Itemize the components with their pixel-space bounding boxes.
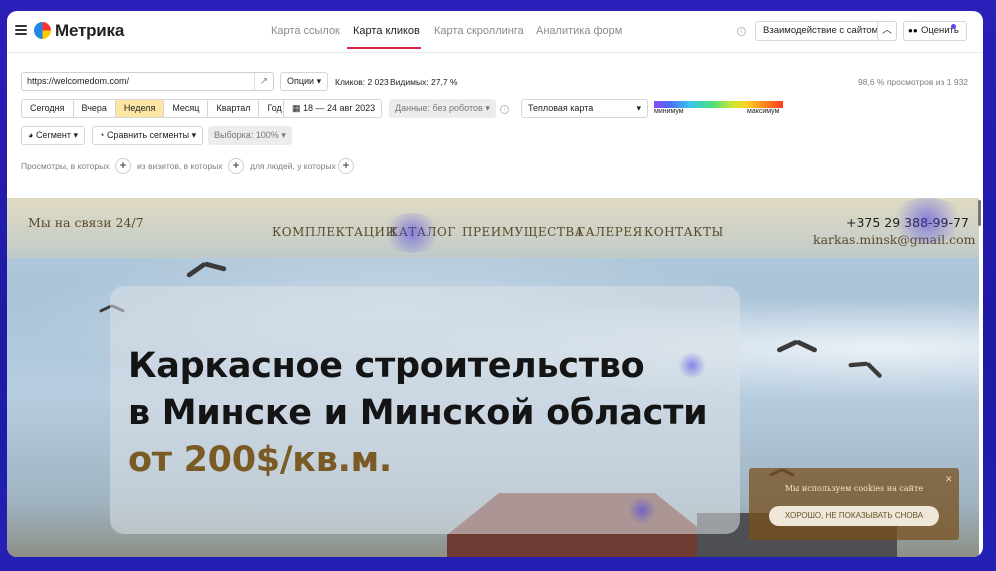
chevron-down-icon: ▾ — [316, 76, 322, 86]
share-icon[interactable]: ↗ — [254, 73, 273, 90]
heat-spot — [677, 353, 707, 378]
options-label: Опции — [287, 76, 315, 86]
filter-people-label: для людей, у которых — [250, 161, 336, 171]
add-views-filter-button[interactable]: + — [115, 158, 131, 174]
metrika-window: Метрика Карта ссылок Карта кликов Карта … — [7, 11, 983, 557]
segment-button[interactable]: ◕ Сегмент ▾ — [21, 126, 86, 145]
compare-segments-button[interactable]: ◔ Сравнить сегменты ▾ — [92, 126, 204, 145]
compare-icon: ◔ — [99, 130, 107, 140]
period-today[interactable]: Сегодня — [22, 100, 74, 117]
sample-label: Выборка: 100% — [214, 130, 279, 140]
segment-icon: ◕ — [28, 130, 36, 140]
map-type-select[interactable]: Тепловая карта ▾ — [521, 99, 648, 118]
info-icon[interactable]: i — [737, 27, 746, 36]
cookie-accept-button[interactable]: ХОРОШО, НЕ ПОКАЗЫВАТЬ СНОВА — [769, 506, 939, 526]
notification-dot — [951, 24, 956, 29]
date-range-button[interactable]: ▦ 18 — 24 авг 2023 — [283, 99, 383, 118]
metrika-logo-icon — [34, 22, 51, 39]
site-nav-contacts[interactable]: КОНТАКТЫ — [644, 225, 724, 239]
filter-views-label: Просмотры, в которых — [21, 161, 110, 171]
heat-spot — [382, 213, 442, 253]
date-range-label: 18 — 24 авг 2023 — [303, 103, 376, 113]
chevron-down-icon: ▾ — [73, 130, 79, 140]
seagull — [776, 339, 818, 355]
chevron-down-icon: ▾ — [485, 103, 490, 113]
period-month[interactable]: Месяц — [164, 100, 209, 117]
cookie-banner: ✕ Мы используем cookies на сайте ХОРОШО,… — [749, 468, 959, 540]
heat-spot — [887, 198, 967, 243]
map-type-label: Тепловая карта — [528, 103, 594, 113]
tab-scroll-map[interactable]: Карта скроллинга — [434, 25, 524, 37]
chevron-down-icon: ▾ — [636, 103, 641, 113]
heat-legend-gradient — [654, 101, 783, 108]
add-visits-filter-button[interactable]: + — [228, 158, 244, 174]
period-selector: Сегодня Вчера Неделя Месяц Квартал Год — [21, 99, 291, 118]
site-nav-packages[interactable]: КОМПЛЕКТАЦИИ — [272, 225, 396, 239]
data-filter-button[interactable]: Данные: без роботов ▾ — [389, 99, 496, 118]
period-yesterday[interactable]: Вчера — [74, 100, 116, 117]
menu-icon[interactable] — [15, 25, 27, 35]
period-week[interactable]: Неделя — [115, 100, 165, 117]
hero-title-line1: Каркасное строительство — [128, 346, 645, 386]
hero-price: от 200$/кв.м. — [128, 440, 392, 480]
segment-label: Сегмент — [35, 130, 72, 140]
options-button[interactable]: Опции ▾ — [280, 72, 329, 91]
sample-button[interactable]: Выборка: 100% ▾ — [208, 126, 292, 145]
interaction-button[interactable]: Взаимодействие с сайтом — [755, 21, 887, 41]
data-filter-label: Данные: без роботов — [395, 103, 483, 113]
tab-click-map[interactable]: Карта кликов — [353, 25, 420, 37]
legend-max: максимум — [747, 108, 780, 115]
compare-label: Сравнить сегменты — [106, 130, 190, 140]
url-input[interactable]: https://welcomedom.com/ — [21, 72, 274, 91]
site-preview[interactable]: Мы на связи 24/7 КОМПЛЕКТАЦИИ КАТАЛОГ ПР… — [7, 198, 979, 557]
chevron-down-icon: ▾ — [281, 130, 286, 140]
tab-form-analytics[interactable]: Аналитика форм — [536, 25, 622, 37]
views-share: 98,6 % просмотров из 1 932 — [858, 77, 969, 87]
site-nav-advantages[interactable]: ПРЕИМУЩЕСТВА — [462, 225, 584, 239]
site-contact: Мы на связи 24/7 — [28, 215, 144, 230]
cookie-text: Мы используем cookies на сайте — [784, 484, 924, 493]
filter-visits-label: из визитов, в которых — [137, 161, 223, 171]
add-people-filter-button[interactable]: + — [338, 158, 354, 174]
visible-count: Видимых: 27,7 % — [390, 77, 458, 87]
top-bar: Метрика Карта ссылок Карта кликов Карта … — [7, 11, 983, 53]
data-info-icon[interactable]: i — [500, 105, 509, 114]
calendar-icon: ▦ — [292, 103, 304, 113]
chevron-down-icon: ▾ — [191, 130, 197, 140]
legend-min: минимум — [654, 108, 684, 115]
scrollbar[interactable] — [978, 200, 981, 226]
site-nav-gallery[interactable]: ГАЛЕРЕЯ — [577, 225, 643, 239]
period-quarter[interactable]: Квартал — [208, 100, 260, 117]
hero-title-line2: в Минске и Минской области — [128, 393, 708, 433]
tab-link-map[interactable]: Карта ссылок — [271, 25, 340, 37]
logo-text: Метрика — [55, 21, 125, 40]
active-tab-underline — [347, 47, 421, 49]
clicks-count: Кликов: 2 023 — [335, 77, 389, 87]
feedback-icon: ●● — [908, 26, 918, 35]
chevron-up-icon[interactable]: ︿ — [877, 21, 897, 41]
heat-spot — [627, 498, 657, 523]
